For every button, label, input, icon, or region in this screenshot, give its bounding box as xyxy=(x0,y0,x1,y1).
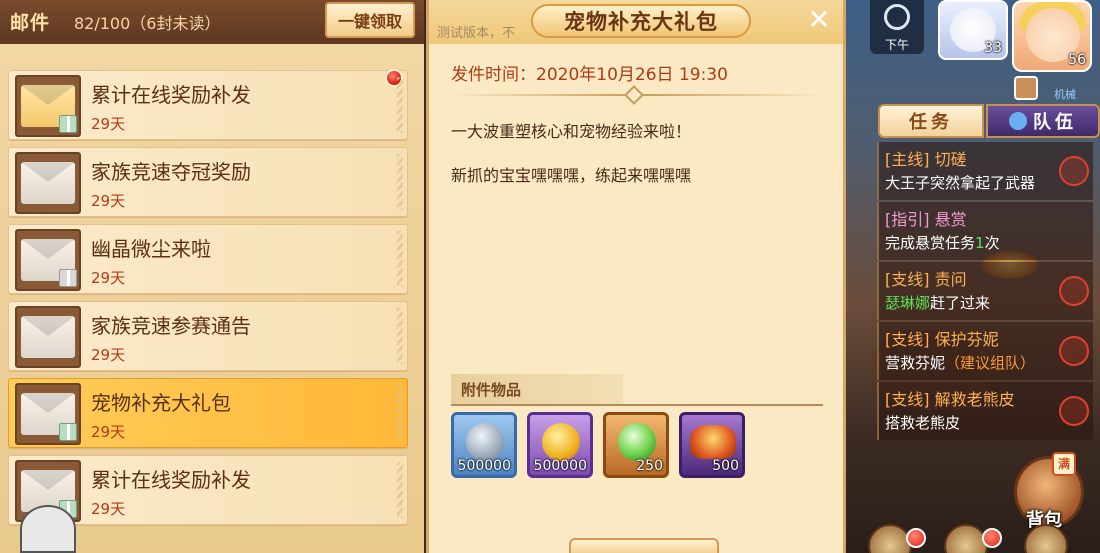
mail-count: 82/100（6封未读） xyxy=(74,14,221,33)
attachment-qty: 500 xyxy=(712,458,739,474)
pet-portrait[interactable]: 33 xyxy=(938,0,1008,60)
quest-title: [支线] 责问 xyxy=(885,270,967,289)
mail-unread-icon xyxy=(15,75,81,137)
tab-team[interactable]: 队伍 xyxy=(986,104,1100,138)
mail-subject: 家族竞速夺冠奖励 xyxy=(91,160,251,184)
detail-header: 测试版本，不 宠物补充大礼包 ✕ xyxy=(429,0,843,44)
watermark-text: 测试版本，不 xyxy=(437,26,516,41)
quest-title: [支线] 保护芬妮 xyxy=(885,330,999,349)
attachment-item[interactable]: 500 xyxy=(679,412,745,478)
mail-days: 29天 xyxy=(91,346,126,364)
close-icon[interactable]: ✕ xyxy=(803,4,835,36)
buff-icon[interactable] xyxy=(1014,76,1038,100)
quest-stamp-icon xyxy=(1055,332,1093,370)
gold-coin-icon xyxy=(542,423,580,461)
mail-subject: 累计在线奖励补发 xyxy=(91,83,251,107)
attachment-item[interactable]: 500000 xyxy=(451,412,517,478)
quest-stamp-icon xyxy=(1055,392,1093,430)
attachment-item[interactable]: 250 xyxy=(603,412,669,478)
avatar[interactable] xyxy=(20,505,76,553)
mail-body-line: 一大波重塑核心和宠物经验来啦！ xyxy=(451,122,692,141)
notification-dot-icon xyxy=(982,528,1002,548)
mail-panel: 邮件 82/100（6封未读） 一键领取 累计在线奖励补发 29天 家族竞速夺冠… xyxy=(0,0,424,553)
mail-read-icon xyxy=(15,152,81,214)
food-dish-icon xyxy=(690,425,736,459)
gift-icon xyxy=(59,423,77,441)
notification-dot-icon xyxy=(906,528,926,548)
quest-item[interactable]: [指引] 悬赏 完成悬赏任务1次 xyxy=(877,202,1093,260)
send-time: 发件时间：2020年10月26日 19:30 xyxy=(451,65,728,85)
quest-item[interactable]: [支线] 保护芬妮 营救芬妮（建议组队） xyxy=(877,322,1093,380)
quest-desc: 瑟琳娜赶了过来 xyxy=(885,294,991,312)
mail-days: 29天 xyxy=(91,423,126,441)
divider xyxy=(451,404,823,406)
mail-days: 29天 xyxy=(91,269,126,287)
quest-stamp-icon xyxy=(1055,272,1093,310)
attachment-qty: 250 xyxy=(636,458,663,474)
silver-coin-icon xyxy=(466,423,504,461)
bag-full-badge: 满 xyxy=(1052,452,1076,476)
mail-body-line: 新抓的宝宝嘿嘿嘿，练起来嘿嘿嘿 xyxy=(451,166,692,185)
team-icon xyxy=(1009,112,1027,130)
mail-header: 邮件 82/100（6封未读） 一键领取 xyxy=(0,0,424,44)
mail-list: 累计在线奖励补发 29天 家族竞速夺冠奖励 29天 幽晶微尘来啦 29天 家族竞… xyxy=(0,44,424,553)
claim-button[interactable] xyxy=(569,538,719,553)
claim-all-button[interactable]: 一键领取 xyxy=(325,2,415,38)
quest-title: [支线] 解救老熊皮 xyxy=(885,390,1015,409)
mail-item[interactable]: 累计在线奖励补发 29天 xyxy=(8,69,408,140)
player-level: 56 xyxy=(1068,52,1086,68)
hud-small-text: 机械 xyxy=(1054,88,1076,101)
mail-item[interactable]: 家族竞速夺冠奖励 29天 xyxy=(8,147,408,217)
mail-item-selected[interactable]: 宠物补充大礼包 29天 xyxy=(8,378,408,448)
time-label: 下午 xyxy=(884,38,909,52)
player-portrait[interactable]: 56 xyxy=(1012,0,1092,72)
quest-title: [指引] 悬赏 xyxy=(885,210,967,229)
mail-days: 29天 xyxy=(91,115,126,133)
tab-task[interactable]: 任务 xyxy=(878,104,984,138)
green-orb-icon xyxy=(618,423,656,461)
mail-subject: 家族竞速参赛通告 xyxy=(91,314,251,338)
quest-desc: 完成悬赏任务1次 xyxy=(885,234,1000,252)
quest-desc: 营救芬妮（建议组队） xyxy=(885,354,1036,372)
attachment-qty: 500000 xyxy=(533,458,587,474)
mail-subject: 幽晶微尘来啦 xyxy=(91,237,211,261)
gift-icon xyxy=(59,115,77,133)
attachments-label: 附件物品 xyxy=(451,374,623,404)
divider-ornament-icon xyxy=(624,85,644,105)
gift-icon xyxy=(59,269,77,287)
mail-item[interactable]: 家族竞速参赛通告 29天 xyxy=(8,301,408,371)
quest-item[interactable]: [支线] 解救老熊皮 搭救老熊皮 xyxy=(877,382,1093,440)
quest-item[interactable]: [主线] 切磋 大王子突然拿起了武器 xyxy=(877,142,1093,200)
mail-subject: 累计在线奖励补发 xyxy=(91,468,251,492)
mail-read-icon xyxy=(15,229,81,291)
mail-detail-panel: 测试版本，不 宠物补充大礼包 ✕ 发件时间：2020年10月26日 19:30 … xyxy=(426,0,846,553)
mail-read-icon xyxy=(15,383,81,445)
time-widget: 下午 xyxy=(870,0,924,54)
mail-title: 邮件 xyxy=(10,12,51,34)
mail-detail-title: 宠物补充大礼包 xyxy=(531,4,751,38)
unread-dot-icon xyxy=(385,69,403,87)
mail-days: 29天 xyxy=(91,500,126,518)
quest-desc: 大王子突然拿起了武器 xyxy=(885,174,1036,192)
attachment-qty: 500000 xyxy=(457,458,511,474)
quest-item[interactable]: [支线] 责问 瑟琳娜赶了过来 xyxy=(877,262,1093,320)
weather-icon xyxy=(884,4,910,30)
pet-level: 33 xyxy=(984,40,1002,56)
tab-team-label: 队伍 xyxy=(1033,112,1077,133)
mail-days: 29天 xyxy=(91,192,126,210)
mail-subject: 宠物补充大礼包 xyxy=(91,391,231,415)
quest-stamp-icon xyxy=(1055,152,1093,190)
mail-item[interactable]: 幽晶微尘来啦 29天 xyxy=(8,224,408,294)
quest-title: [主线] 切磋 xyxy=(885,150,967,169)
attachment-item[interactable]: 500000 xyxy=(527,412,593,478)
quest-desc: 搭救老熊皮 xyxy=(885,414,961,432)
mail-read-icon xyxy=(15,306,81,368)
